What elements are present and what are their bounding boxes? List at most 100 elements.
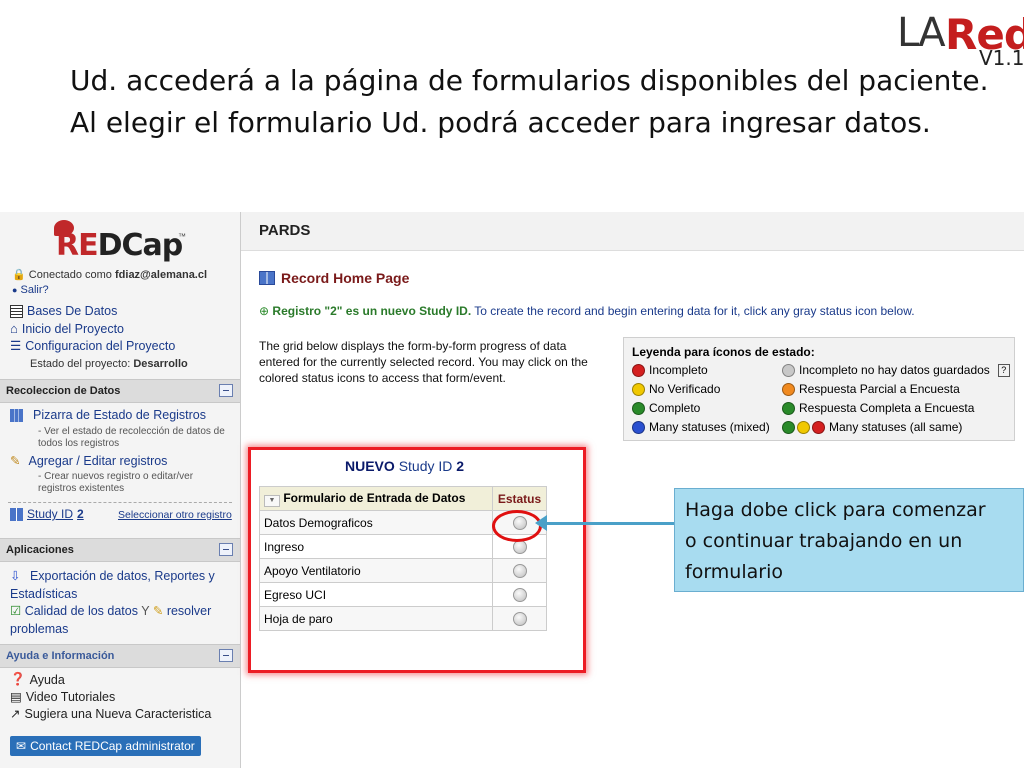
status-complete-icon <box>632 401 645 415</box>
sidebar-link-project-setup[interactable]: ☰ Configuracion del Proyecto <box>10 338 175 354</box>
redcap-logo: REDCap ™ <box>52 220 192 264</box>
sidebar-link-data-export[interactable]: ⇩ Exportación de datos, Reportes y Estad… <box>10 567 230 603</box>
project-title: PARDS <box>259 222 311 239</box>
table-row: Hoja de paro <box>259 606 547 631</box>
help-icon: ❓ <box>10 672 26 686</box>
sidebar-link-add-edit-records[interactable]: ✎ Agregar / Editar registros <box>10 453 167 469</box>
legend-item: Completo <box>632 401 700 415</box>
username: fdiaz@alemana.cl <box>115 269 208 281</box>
contact-admin-button[interactable]: ✉ Contact REDCap administrator <box>10 736 201 756</box>
sidebar-link-suggest-feature[interactable]: ↗ Sugiera una Nueva Caracteristica <box>10 706 211 722</box>
form-name: Datos Demograficos <box>259 510 493 535</box>
mail-icon: ✉ <box>16 739 27 753</box>
form-name: Egreso UCI <box>259 582 493 607</box>
status-no-data-icon <box>782 363 795 377</box>
sidebar-link-video-tutorials[interactable]: ▤ Video Tutoriales <box>10 689 115 705</box>
list-icon <box>10 304 23 318</box>
edit-pencil-icon: ✎ <box>10 454 21 468</box>
form-name: Hoja de paro <box>259 606 493 631</box>
slide-title: Ud. accederá a la página de formularios … <box>70 60 990 144</box>
grid-description: The grid below displays the form-by-form… <box>259 339 588 385</box>
forms-table: ▼ Formulario de Entrada de Datos Estatus… <box>259 486 547 631</box>
status-legend: Leyenda para íconos de estado: Incomplet… <box>623 337 1015 441</box>
sidebar-link-data-quality[interactable]: ☑ Calidad de los datos Y ✎ resolver prob… <box>10 602 230 638</box>
sidebar-link-databases[interactable]: Bases De Datos <box>10 304 117 318</box>
record-grid-icon <box>10 507 23 521</box>
new-record-notice: ⊕ Registro "2" es un nuevo Study ID. To … <box>259 304 915 318</box>
project-status-value: Desarrollo <box>133 358 188 370</box>
collapse-icon[interactable] <box>219 649 233 662</box>
legend-item: Respuesta Completa a Encuesta <box>782 401 974 415</box>
film-icon: ▤ <box>10 690 22 704</box>
status-unverified-icon <box>632 382 645 396</box>
lock-icon: 🔒 <box>12 269 26 281</box>
status-gray-icon[interactable] <box>512 611 527 626</box>
select-other-record-link[interactable]: Seleccionar otro registro <box>118 509 232 521</box>
data-quality-icon: ☑ <box>10 604 22 618</box>
slide-title-line-1: Ud. accederá a la página de formularios … <box>70 64 989 97</box>
survey-complete-icon <box>782 401 795 415</box>
status-gray-icon[interactable] <box>512 539 527 554</box>
arrow-head-icon <box>535 515 547 531</box>
legend-item: Respuesta Parcial a Encuesta <box>782 382 960 396</box>
section-header-help: Ayuda e Información <box>0 644 240 668</box>
add-icon: ⊕ <box>259 304 270 318</box>
logout-link[interactable]: ● Salir? <box>12 284 49 296</box>
page-title: Record Home Page <box>259 270 409 286</box>
divider <box>8 502 232 503</box>
form-name: Ingreso <box>259 534 493 559</box>
col-header-status: Estatus <box>492 486 547 511</box>
table-row: Egreso UCI <box>259 582 547 607</box>
col-header-form: ▼ Formulario de Entrada de Datos <box>259 486 493 511</box>
main-content: PARDS Record Home Page ⊕ Registro "2" es… <box>241 212 1024 768</box>
legend-item: Many statuses (all same) <box>782 420 962 434</box>
status-same-icon <box>782 420 795 434</box>
status-same-icon <box>797 420 810 434</box>
study-id-header: NUEVO Study ID 2 <box>345 458 465 474</box>
collapse-icon[interactable] <box>219 543 233 556</box>
redcap-screenshot: REDCap ™ 🔒 Conectado como fdiaz@alemana.… <box>0 212 1024 768</box>
settings-list-icon: ☰ <box>10 339 22 353</box>
project-title-bar: PARDS <box>241 212 1024 251</box>
status-gray-icon[interactable] <box>512 563 527 578</box>
connected-as: 🔒 Conectado como fdiaz@alemana.cl <box>12 269 208 281</box>
status-incomplete-icon <box>632 363 645 377</box>
external-link-icon: ↗ <box>10 707 21 721</box>
form-name: Apoyo Ventilatorio <box>259 558 493 583</box>
dashboard-grid-icon <box>10 408 23 422</box>
logo-la: LA <box>897 10 946 56</box>
survey-partial-icon <box>782 382 795 396</box>
sidebar: REDCap ™ 🔒 Conectado como fdiaz@alemana.… <box>0 212 241 768</box>
sidebar-current-record[interactable]: Study ID 2 <box>10 507 84 521</box>
legend-item: Incompleto no hay datos guardados ? <box>782 363 1010 377</box>
add-edit-records-desc: - Crear nuevos registro o editar/ver reg… <box>38 471 194 494</box>
project-status: Estado del proyecto: Desarrollo <box>30 358 188 370</box>
callout-arrow <box>544 522 674 525</box>
legend-title: Leyenda para íconos de estado: <box>632 345 815 359</box>
slide-title-line-2: Al elegir el formulario Ud. podrá accede… <box>70 106 931 139</box>
status-mixed-icon <box>632 420 645 434</box>
table-header-row: ▼ Formulario de Entrada de Datos Estatus <box>259 486 547 511</box>
legend-item: Incompleto <box>632 363 708 377</box>
sidebar-link-project-home[interactable]: ⌂ Inicio del Proyecto <box>10 321 124 336</box>
section-header-applications: Aplicaciones <box>0 538 240 562</box>
collapse-icon[interactable] <box>219 384 233 397</box>
table-row: Apoyo Ventilatorio <box>259 558 547 583</box>
sidebar-link-record-status-dashboard[interactable]: Pizarra de Estado de Registros <box>10 408 206 422</box>
instruction-callout: Haga dobe click para comenzar o continua… <box>674 488 1024 592</box>
legend-item: No Verificado <box>632 382 720 396</box>
status-same-icon <box>812 420 825 434</box>
lared-logo: LA Red V1.1 <box>895 6 1024 70</box>
section-header-data-collection: Recoleccion de Datos <box>0 379 240 403</box>
logout-icon: ● <box>12 285 18 295</box>
collapse-arrow-icon[interactable]: ▼ <box>264 494 280 507</box>
resolve-issues-icon: ✎ <box>152 604 164 618</box>
home-icon: ⌂ <box>10 321 18 336</box>
legend-help-icon[interactable]: ? <box>997 363 1010 377</box>
record-status-dashboard-desc: - Ver el estado de recolección de datos … <box>38 426 225 449</box>
legend-item: Many statuses (mixed) <box>632 420 770 434</box>
status-gray-icon[interactable] <box>512 587 527 602</box>
record-home-icon <box>259 271 275 285</box>
logo-version: V1.1 <box>979 46 1024 70</box>
sidebar-link-help[interactable]: ❓ Ayuda <box>10 672 65 687</box>
